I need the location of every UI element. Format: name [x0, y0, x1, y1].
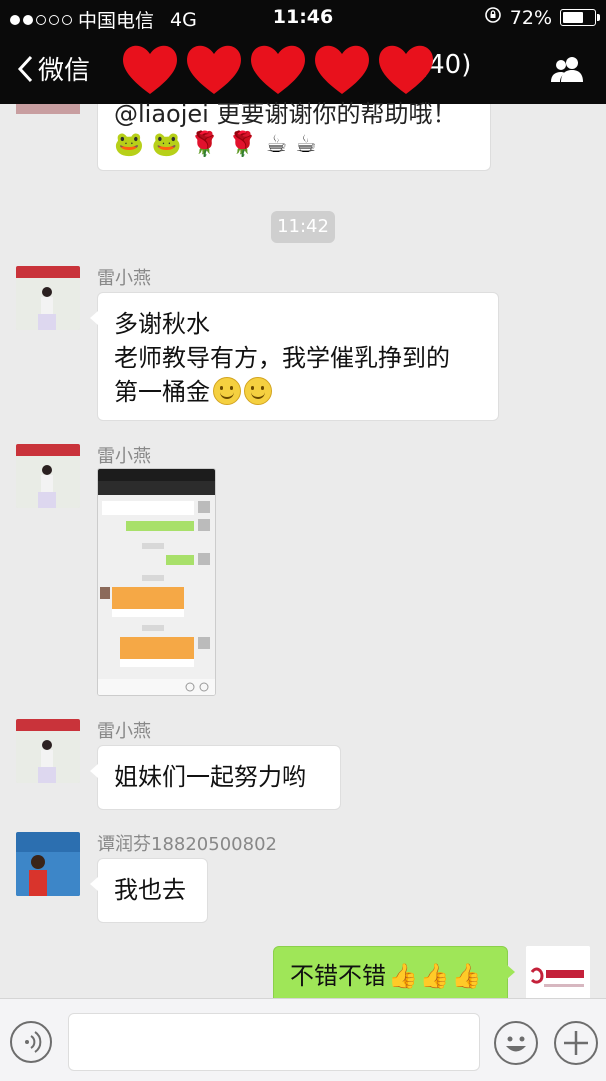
group-members-button[interactable] [550, 54, 586, 88]
message-bubble[interactable]: 我也去 [90, 858, 208, 923]
message-line: 不错不错 [290, 962, 386, 990]
avatar[interactable] [16, 104, 80, 114]
back-label: 微信 [38, 56, 91, 86]
sender-name: 雷小燕 [97, 446, 151, 467]
rotation-lock-icon [484, 6, 502, 29]
status-bar: 中国电信 4G 11:46 72% [0, 0, 606, 34]
voice-icon [25, 1031, 42, 1053]
coffee-emoji: ☕ [295, 130, 317, 158]
heart-redaction-icon [379, 45, 433, 94]
heart-redaction-icon [315, 45, 369, 94]
avatar[interactable] [16, 444, 80, 508]
input-bar [0, 998, 606, 1081]
people-icon [551, 57, 583, 82]
thumbs-up-icon: 👍 [451, 962, 482, 990]
image-message[interactable] [97, 468, 216, 696]
emoji-button[interactable] [494, 1021, 538, 1065]
rose-emoji: 🌹 [227, 130, 258, 158]
heart-redaction-icon [251, 45, 305, 94]
chevron-left-icon [17, 55, 33, 82]
rose-emoji: 🌹 [189, 130, 220, 158]
heart-redaction-icon [187, 45, 241, 94]
message-line: 多谢秋水 [114, 310, 210, 338]
frog-emoji: 🐸 [151, 130, 182, 158]
voice-input-button[interactable] [10, 1021, 52, 1063]
screenshot-thumbnail [98, 469, 215, 695]
avatar[interactable] [16, 719, 80, 783]
status-right: 72% [484, 6, 600, 29]
message-bubble[interactable]: 姐妹们一起努力哟 [90, 745, 341, 810]
heart-redaction-icon [123, 45, 177, 94]
sender-name: 谭润芬18820500802 [97, 834, 277, 855]
frog-emoji: 🐸 [114, 130, 144, 158]
emoji-row: 🐸 🐸 🌹 🌹 ☕ ☕ [114, 130, 317, 158]
smile-emoji-icon [244, 377, 272, 405]
redaction-hearts [118, 40, 438, 98]
message-line: 老师教导有方，我学催乳挣到的 [114, 344, 450, 372]
smiley-icon [506, 1036, 526, 1052]
more-functions-button[interactable] [554, 1021, 598, 1065]
message-line: 我也去 [114, 876, 186, 904]
battery-icon [560, 9, 600, 26]
timestamp: 11:42 [271, 211, 335, 243]
avatar[interactable] [16, 832, 80, 896]
sender-name: 雷小燕 [97, 268, 151, 289]
avatar[interactable] [16, 266, 80, 330]
message-input[interactable] [68, 1013, 480, 1071]
coffee-emoji: ☕ [265, 130, 288, 158]
smile-emoji-icon [213, 377, 241, 405]
message-bubble[interactable]: @liaojei 更要谢谢你的帮助哦！ 🐸 🐸 🌹 🌹 ☕ ☕ [97, 100, 491, 171]
message-bubble[interactable]: 多谢秋水 老师教导有方，我学催乳挣到的 第一桶金 [90, 292, 499, 421]
plus-icon [564, 1031, 588, 1055]
thumbs-up-icon: 👍 [388, 962, 418, 990]
message-line: 第一桶金 [114, 378, 210, 406]
thumbs-up-icon: 👍 [419, 962, 450, 990]
message-text: @liaojei 更要谢谢你的帮助哦！ [114, 100, 457, 128]
message-line: 姐妹们一起努力哟 [114, 763, 306, 791]
battery-percent: 72% [509, 6, 552, 29]
back-button[interactable]: 微信 [16, 50, 90, 87]
sender-name: 雷小燕 [97, 721, 151, 742]
